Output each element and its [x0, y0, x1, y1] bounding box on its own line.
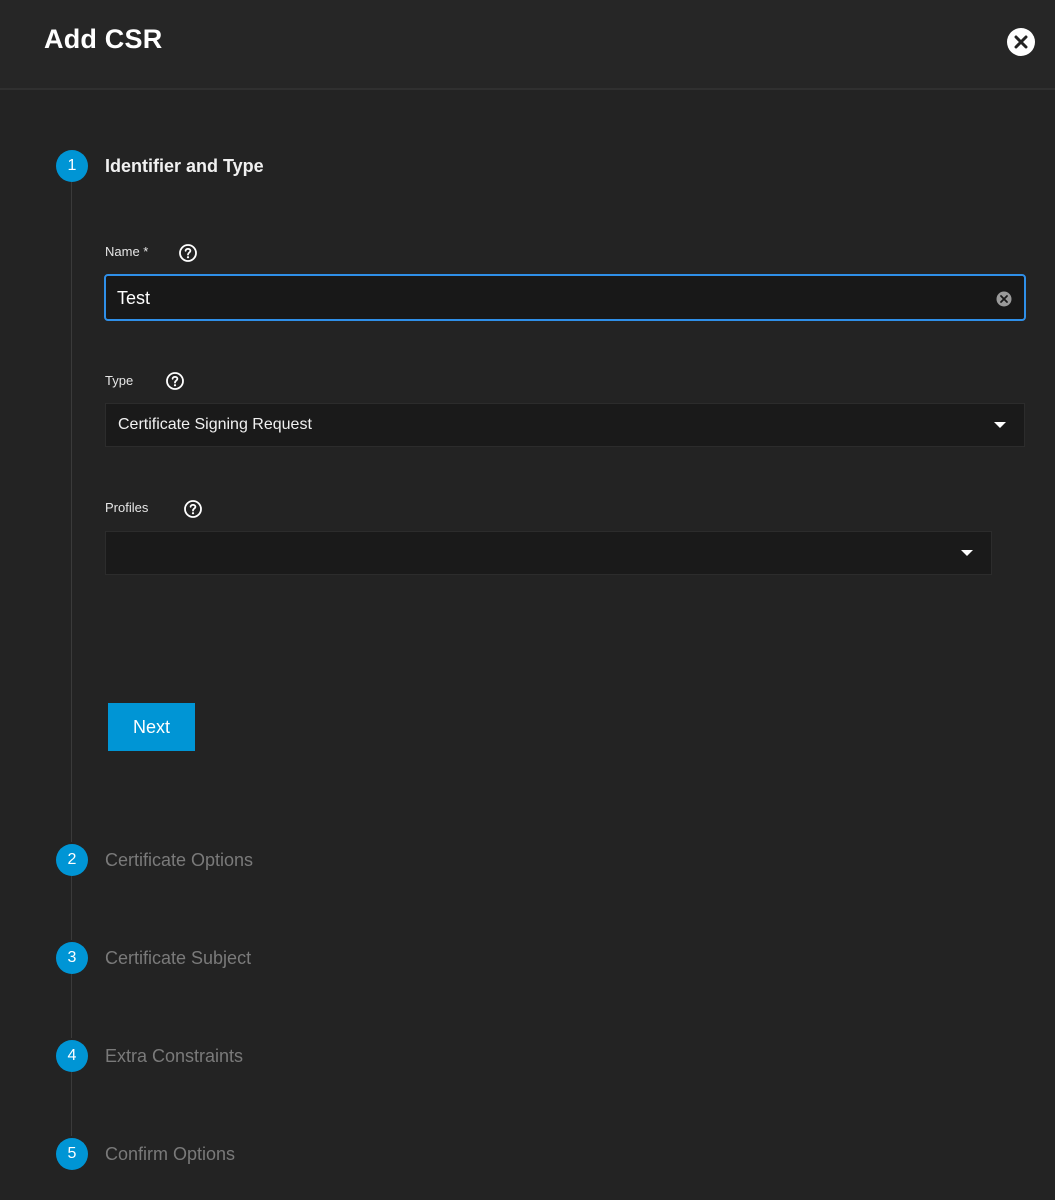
stepper-line [71, 974, 72, 1038]
step-3-label[interactable]: Certificate Subject [105, 947, 251, 969]
type-select-value: Certificate Signing Request [118, 416, 312, 433]
step-1-number: 1 [56, 150, 88, 182]
step-2-number: 2 [56, 844, 88, 876]
help-circle-icon[interactable] [178, 243, 198, 263]
dialog-title: Add CSR [44, 24, 163, 54]
close-circle-icon [1014, 35, 1028, 49]
name-label: Name * [105, 244, 149, 259]
name-input[interactable] [117, 286, 977, 310]
profiles-label: Profiles [105, 500, 149, 515]
stepper-line [71, 182, 72, 842]
next-button[interactable]: Next [108, 703, 195, 751]
step-2-label[interactable]: Certificate Options [105, 849, 253, 871]
clear-icon[interactable] [996, 291, 1012, 307]
step-1-label[interactable]: Identifier and Type [105, 155, 264, 177]
step-4-number: 4 [56, 1040, 88, 1072]
profiles-select[interactable] [105, 531, 992, 575]
step-4-label[interactable]: Extra Constraints [105, 1045, 243, 1067]
type-select[interactable]: Certificate Signing Request [105, 403, 1025, 447]
help-circle-icon[interactable] [165, 371, 185, 391]
help-circle-icon[interactable] [183, 499, 203, 519]
chevron-down-icon [994, 422, 1006, 428]
close-button[interactable] [1007, 28, 1035, 56]
stepper-line [71, 876, 72, 940]
name-field [104, 274, 1026, 321]
chevron-down-icon [961, 550, 973, 556]
step-5-label[interactable]: Confirm Options [105, 1143, 235, 1165]
step-5-number: 5 [56, 1138, 88, 1170]
dialog-header: Add CSR [0, 0, 1055, 90]
stepper-line [71, 1072, 72, 1136]
type-label: Type [105, 373, 134, 388]
step-3-number: 3 [56, 942, 88, 974]
